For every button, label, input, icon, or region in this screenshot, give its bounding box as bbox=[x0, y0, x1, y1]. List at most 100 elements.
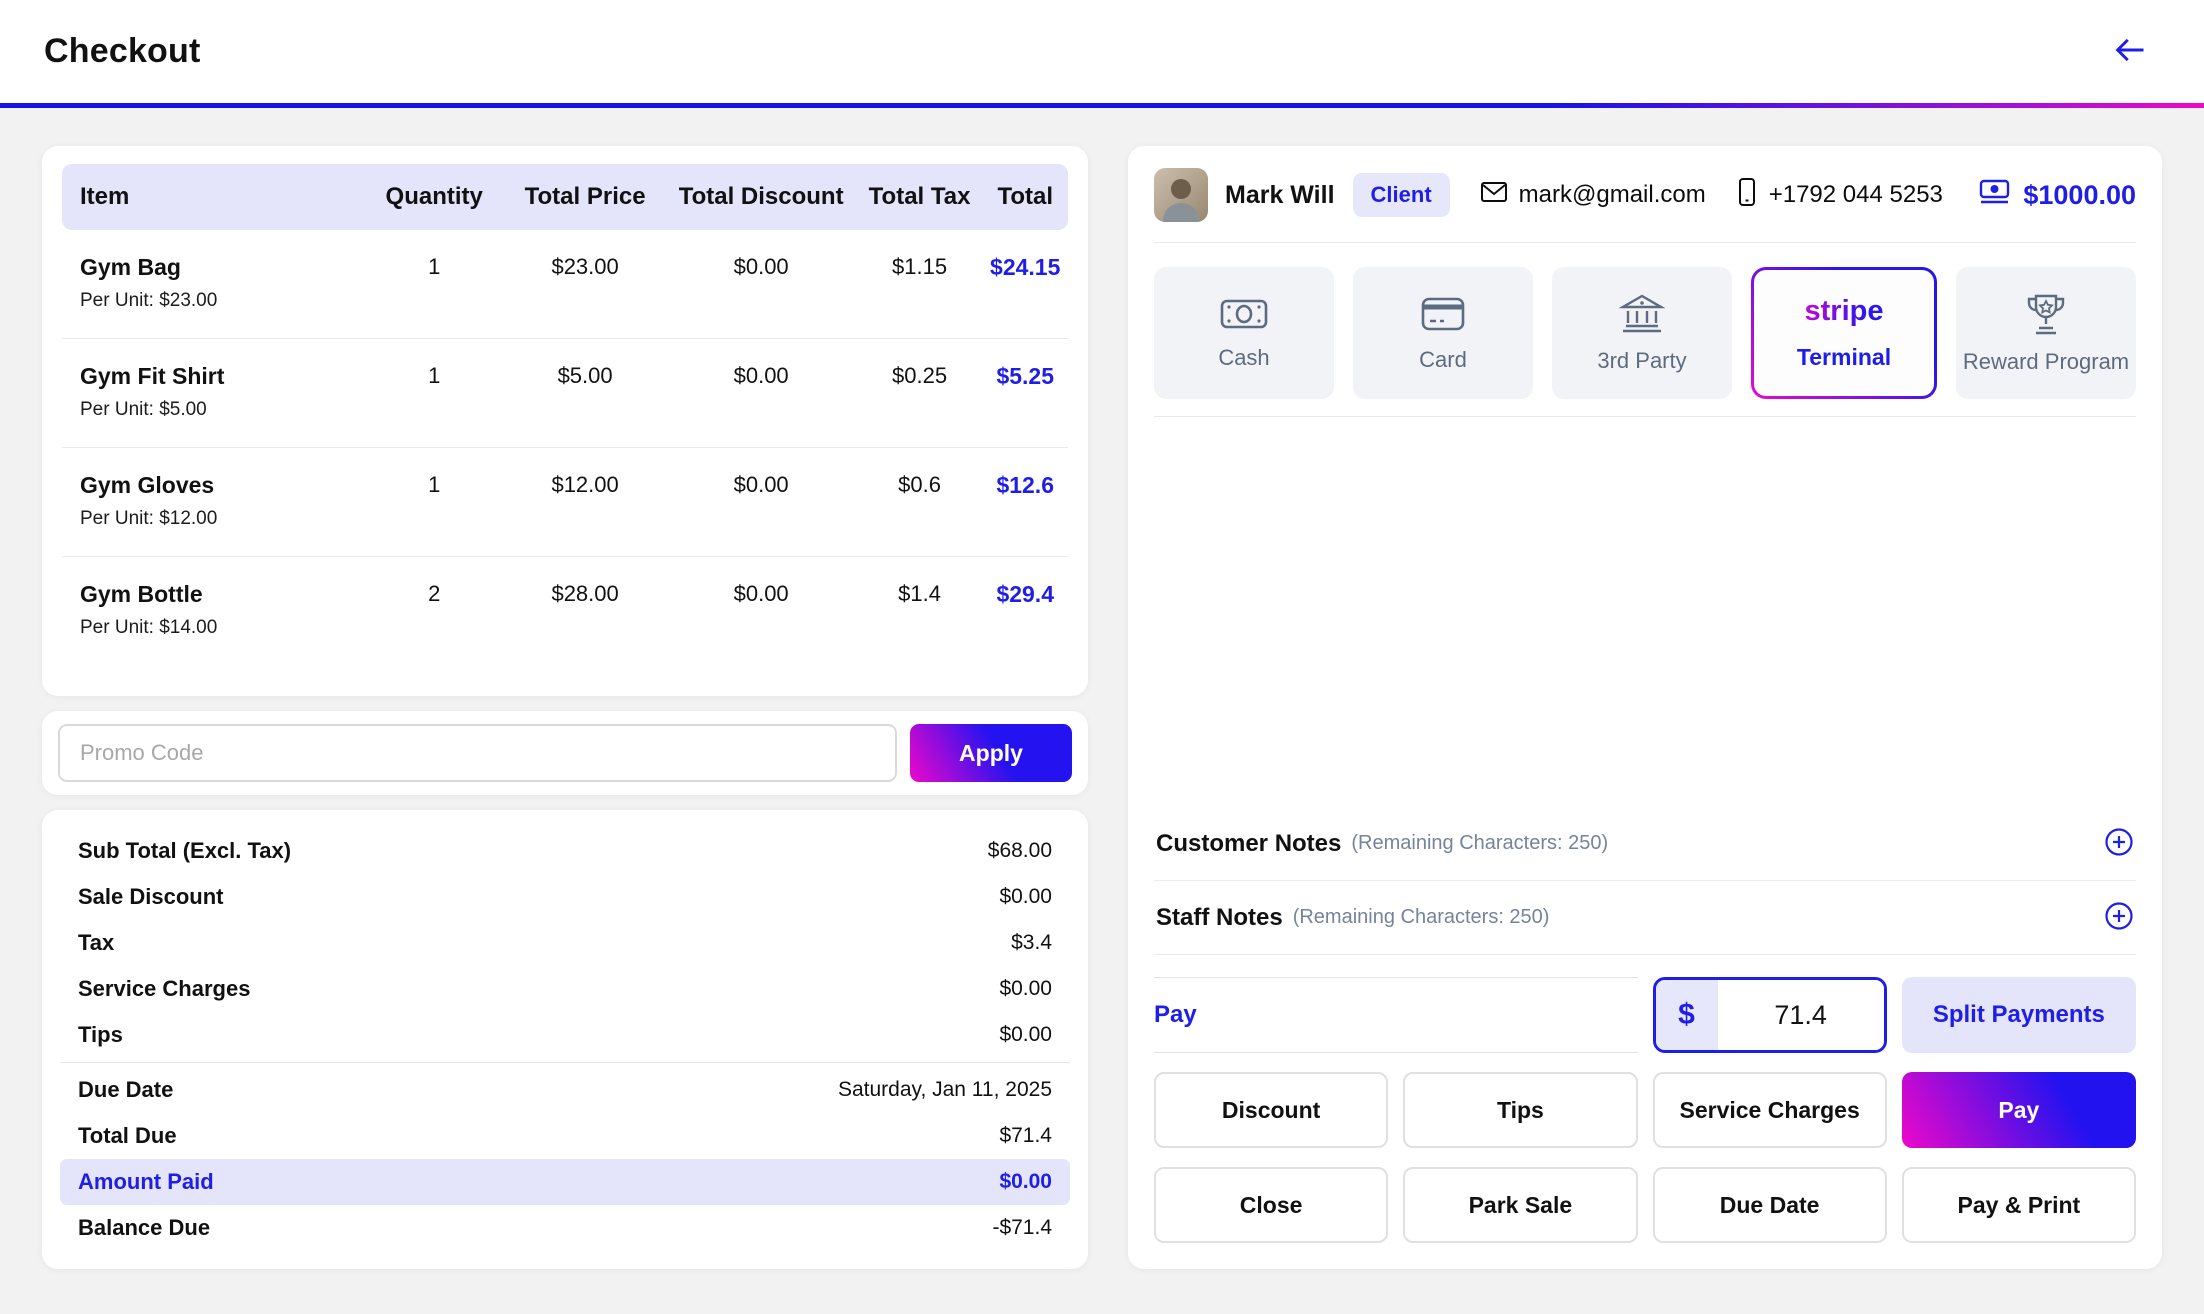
item-total-tax: $1.15 bbox=[856, 230, 983, 339]
customer-phone-group: +1792 044 5253 bbox=[1736, 177, 1943, 214]
item-name: Gym Bottle bbox=[80, 581, 203, 607]
col-header-total-tax: Total Tax bbox=[856, 164, 983, 230]
payment-method-label: Cash bbox=[1218, 344, 1270, 370]
payment-method-stripe-terminal[interactable]: stripe Terminal bbox=[1751, 267, 1937, 399]
currency-symbol: $ bbox=[1655, 980, 1718, 1050]
cash-icon bbox=[1219, 296, 1269, 332]
summary-divider bbox=[60, 1062, 1070, 1063]
summary-row-due-date: Due Date Saturday, Jan 11, 2025 bbox=[78, 1077, 1052, 1102]
col-header-total-discount: Total Discount bbox=[665, 164, 857, 230]
customer-notes-label: Customer Notes bbox=[1156, 829, 1342, 857]
service-charges-button[interactable]: Service Charges bbox=[1652, 1072, 1887, 1148]
bank-icon bbox=[1619, 293, 1665, 335]
split-payments-button[interactable]: Split Payments bbox=[1901, 977, 2136, 1053]
payment-method-cash[interactable]: Cash bbox=[1154, 267, 1334, 399]
checkout-page: Item Quantity Total Price Total Discount… bbox=[0, 108, 2204, 1309]
client-badge: Client bbox=[1352, 173, 1450, 217]
table-row[interactable]: Gym Bag Per Unit: $23.00 1 $23.00 $0.00 … bbox=[62, 230, 1068, 339]
summary-row-tax: Tax $3.4 bbox=[78, 930, 1052, 955]
trophy-icon bbox=[2023, 292, 2069, 336]
payment-method-label: Reward Program bbox=[1962, 348, 2130, 374]
col-header-quantity: Quantity bbox=[363, 164, 505, 230]
item-total: $5.25 bbox=[982, 338, 1068, 448]
summary-row-balance-due: Balance Due -$71.4 bbox=[78, 1215, 1052, 1240]
item-total: $12.6 bbox=[982, 447, 1068, 557]
items-table: Item Quantity Total Price Total Discount… bbox=[62, 164, 1068, 665]
actions-area: Pay $ Split Payments Discount Tips Servi… bbox=[1154, 977, 2136, 1243]
tips-button[interactable]: Tips bbox=[1403, 1072, 1638, 1148]
back-button[interactable] bbox=[2112, 32, 2148, 71]
park-sale-button[interactable]: Park Sale bbox=[1403, 1167, 1638, 1243]
close-button[interactable]: Close bbox=[1154, 1167, 1389, 1243]
col-header-total: Total bbox=[982, 164, 1068, 230]
pay-button[interactable]: Pay bbox=[1901, 1072, 2136, 1148]
table-row[interactable]: Gym Fit Shirt Per Unit: $5.00 1 $5.00 $0… bbox=[62, 338, 1068, 448]
payment-methods: Cash Card 3rd Party stripe Terminal Rewa… bbox=[1154, 267, 2136, 399]
item-total-discount: $0.00 bbox=[665, 447, 857, 557]
payment-method-label: Terminal bbox=[1796, 344, 1892, 370]
item-per-unit: Per Unit: $14.00 bbox=[80, 617, 218, 638]
customer-info: Mark Will Client mark@gmail.com +1792 04… bbox=[1154, 168, 2136, 243]
item-total-price: $12.00 bbox=[504, 447, 666, 557]
table-row[interactable]: Gym Gloves Per Unit: $12.00 1 $12.00 $0.… bbox=[62, 447, 1068, 557]
item-name: Gym Gloves bbox=[80, 472, 215, 498]
avatar bbox=[1154, 168, 1208, 222]
payment-method-label: Card bbox=[1419, 346, 1467, 372]
customer-name: Mark Will bbox=[1225, 180, 1335, 209]
header: Checkout bbox=[0, 0, 2204, 108]
customer-email-group: mark@gmail.com bbox=[1480, 180, 1706, 211]
customer-balance-group: $1000.00 bbox=[1977, 177, 2136, 214]
payment-method-3rd-party[interactable]: 3rd Party bbox=[1552, 267, 1732, 399]
plus-circle-icon bbox=[2104, 901, 2134, 934]
item-name: Gym Bag bbox=[80, 254, 181, 280]
email-icon bbox=[1480, 180, 1508, 211]
item-quantity: 1 bbox=[363, 338, 505, 448]
item-total-discount: $0.00 bbox=[665, 338, 857, 448]
amount-field[interactable] bbox=[1717, 980, 1884, 1050]
item-total-discount: $0.00 bbox=[665, 230, 857, 339]
apply-button[interactable]: Apply bbox=[910, 724, 1072, 782]
credit-card-icon bbox=[1419, 294, 1467, 334]
customer-email: mark@gmail.com bbox=[1518, 181, 1706, 208]
staff-notes-row: Staff Notes (Remaining Characters: 250) bbox=[1154, 881, 2136, 955]
payment-method-card[interactable]: Card bbox=[1353, 267, 1533, 399]
pay-amount-input[interactable]: $ bbox=[1652, 977, 1887, 1053]
summary-row-tips: Tips $0.00 bbox=[78, 1022, 1052, 1047]
items-card: Item Quantity Total Price Total Discount… bbox=[42, 146, 1088, 696]
discount-button[interactable]: Discount bbox=[1154, 1072, 1389, 1148]
checkout-panel: Mark Will Client mark@gmail.com +1792 04… bbox=[1128, 146, 2162, 1269]
promo-code-input[interactable] bbox=[58, 724, 897, 782]
payment-method-reward-program[interactable]: Reward Program bbox=[1956, 267, 2136, 399]
customer-phone: +1792 044 5253 bbox=[1768, 181, 1943, 208]
item-per-unit: Per Unit: $5.00 bbox=[80, 399, 207, 420]
summary-card: Sub Total (Excl. Tax) $68.00 Sale Discou… bbox=[42, 810, 1088, 1269]
item-total-tax: $0.25 bbox=[856, 338, 983, 448]
summary-row-service-charges: Service Charges $0.00 bbox=[78, 976, 1052, 1001]
add-staff-note-button[interactable] bbox=[2104, 901, 2134, 934]
pay-and-print-button[interactable]: Pay & Print bbox=[1901, 1167, 2136, 1243]
item-total-tax: $0.6 bbox=[856, 447, 983, 557]
item-quantity: 1 bbox=[363, 230, 505, 339]
summary-row-total-due: Total Due $71.4 bbox=[78, 1123, 1052, 1148]
summary-row-subtotal: Sub Total (Excl. Tax) $68.00 bbox=[78, 838, 1052, 863]
item-total-price: $23.00 bbox=[504, 230, 666, 339]
plus-circle-icon bbox=[2104, 827, 2134, 860]
items-table-header: Item Quantity Total Price Total Discount… bbox=[62, 164, 1068, 230]
item-total-price: $5.00 bbox=[504, 338, 666, 448]
due-date-button[interactable]: Due Date bbox=[1652, 1167, 1887, 1243]
table-row[interactable]: Gym Bottle Per Unit: $14.00 2 $28.00 $0.… bbox=[62, 557, 1068, 666]
summary-row-sale-discount: Sale Discount $0.00 bbox=[78, 884, 1052, 909]
item-total-discount: $0.00 bbox=[733, 581, 789, 606]
pay-section-label: Pay bbox=[1154, 977, 1638, 1053]
item-total: $24.15 bbox=[982, 230, 1068, 339]
item-quantity: 1 bbox=[363, 447, 505, 557]
customer-balance: $1000.00 bbox=[2023, 179, 2136, 210]
payment-method-label: 3rd Party bbox=[1597, 347, 1687, 373]
back-arrow-icon bbox=[2112, 32, 2148, 71]
item-total-price: $28.00 bbox=[551, 581, 619, 606]
add-customer-note-button[interactable] bbox=[2104, 827, 2134, 860]
customer-notes-row: Customer Notes (Remaining Characters: 25… bbox=[1154, 807, 2136, 881]
phone-icon bbox=[1736, 177, 1758, 214]
item-per-unit: Per Unit: $23.00 bbox=[80, 290, 218, 311]
